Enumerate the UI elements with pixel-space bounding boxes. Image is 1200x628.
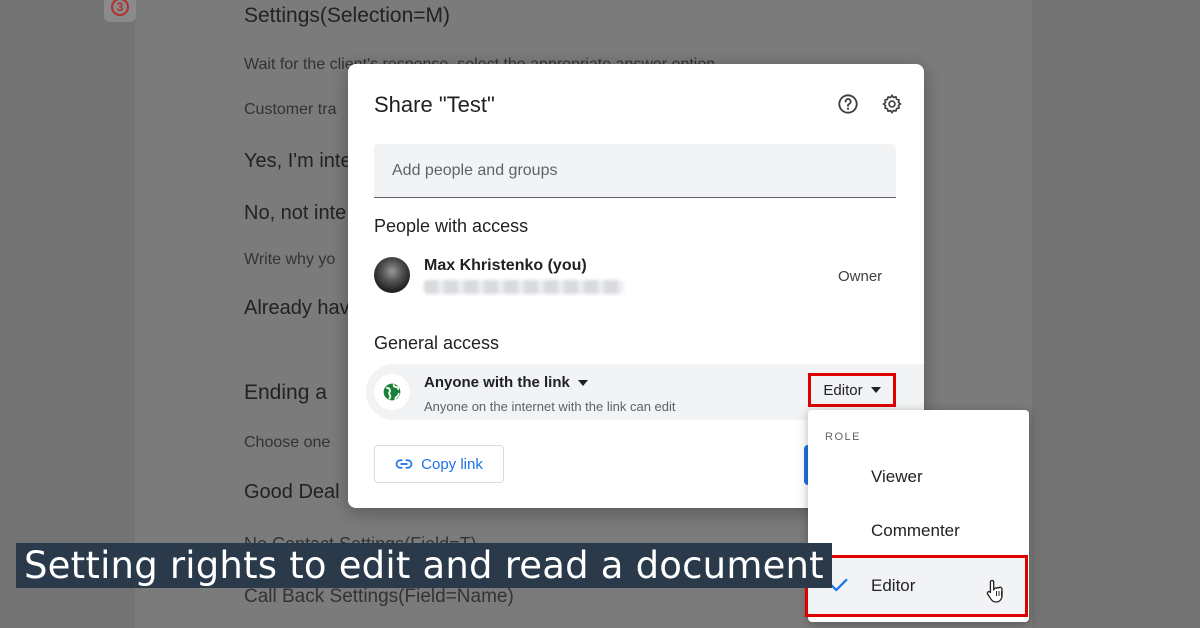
role-dropdown[interactable]: Editor — [808, 373, 896, 407]
role-dropdown-label: Editor — [823, 381, 863, 399]
copy-link-button[interactable]: Copy link — [374, 445, 504, 483]
help-icon[interactable] — [834, 90, 862, 118]
role-menu: ROLE Viewer Commenter Editor — [805, 410, 1029, 622]
doc-text: Choose one — [244, 434, 331, 451]
role-option-label: Viewer — [871, 467, 923, 486]
doc-heading: Settings(Selection=M) — [244, 4, 451, 27]
caret-down-icon — [870, 387, 881, 393]
doc-option: Yes, I'm inte — [244, 150, 352, 172]
doc-option: Already hav — [244, 297, 350, 319]
link-icon — [395, 459, 413, 469]
person-role: Owner — [838, 268, 883, 285]
step-number: 3 — [111, 0, 129, 16]
role-option-commenter[interactable]: Commenter — [808, 504, 1029, 558]
gear-icon[interactable] — [878, 90, 906, 118]
doc-heading: Ending a — [244, 381, 327, 404]
role-option-editor[interactable]: Editor — [805, 555, 1028, 617]
copy-link-label: Copy link — [421, 455, 483, 473]
doc-option: Good Deal — [244, 481, 340, 503]
access-description: Anyone on the internet with the link can… — [424, 399, 676, 414]
globe-icon — [374, 374, 410, 410]
doc-option: No, not inte — [244, 202, 347, 224]
avatar — [374, 257, 410, 293]
doc-text: Customer tra — [244, 101, 337, 118]
doc-text: Write why yo — [244, 251, 336, 268]
step-badge: 3 — [104, 0, 136, 22]
add-people-input[interactable] — [374, 144, 896, 198]
role-option-viewer[interactable]: Viewer — [808, 450, 1029, 504]
caret-down-icon — [577, 379, 588, 386]
access-type-label: Anyone with the link — [424, 374, 570, 391]
person-email-redacted — [424, 280, 624, 294]
caption-overlay: Setting rights to edit and read a docume… — [16, 543, 832, 588]
doc-text: Call Back Settings(Field=Name) — [244, 586, 514, 607]
hand-cursor-icon — [986, 579, 1003, 603]
role-option-label: Commenter — [871, 521, 960, 540]
general-access-title: General access — [374, 333, 500, 353]
person-name: Max Khristenko (you) — [424, 257, 587, 274]
dialog-title: Share "Test" — [374, 92, 495, 117]
role-menu-header: ROLE — [825, 431, 861, 443]
access-type-dropdown[interactable]: Anyone with the link — [424, 374, 588, 391]
people-with-access-title: People with access — [374, 216, 529, 236]
role-option-label: Editor — [871, 576, 916, 595]
